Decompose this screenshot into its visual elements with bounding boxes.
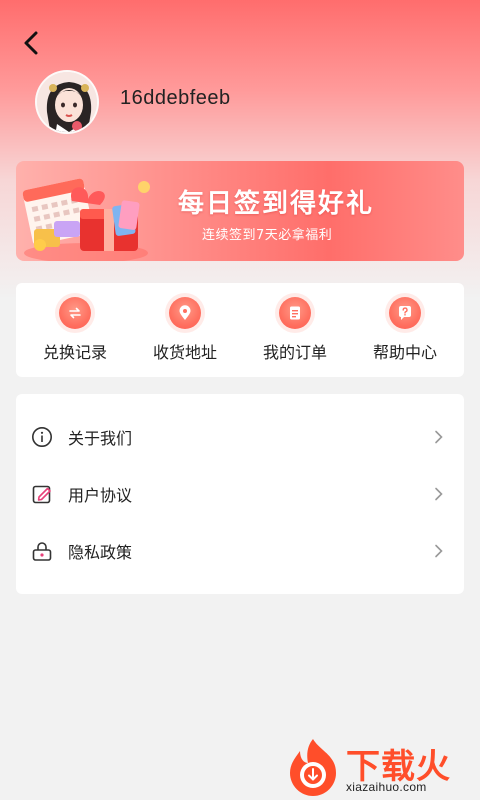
back-button[interactable] xyxy=(14,26,48,60)
banner-title: 每日签到得好礼 xyxy=(178,189,375,219)
document-icon xyxy=(279,297,311,329)
quick-item-shipping-address[interactable]: 收货地址 xyxy=(135,297,235,363)
location-pin-icon xyxy=(169,297,201,329)
menu-item-about-us[interactable]: 关于我们 xyxy=(16,408,464,465)
quick-item-help-center[interactable]: 帮助中心 xyxy=(355,297,455,363)
avatar[interactable] xyxy=(35,70,99,134)
watermark: 下载火 xiazaihuo.com xyxy=(282,735,478,799)
exchange-icon xyxy=(59,297,91,329)
checkin-banner[interactable]: 每日签到得好礼 连续签到7天必拿福利 xyxy=(16,161,464,261)
banner-subtitle: 连续签到7天必拿福利 xyxy=(202,228,333,243)
chevron-right-icon xyxy=(432,487,446,501)
quick-item-exchange-records[interactable]: 兑换记录 xyxy=(25,297,125,363)
edit-icon xyxy=(30,482,54,506)
menu-item-label: 用户协议 xyxy=(68,485,133,505)
quick-item-label: 帮助中心 xyxy=(372,343,437,362)
menu-item-user-agreement[interactable]: 用户协议 xyxy=(16,465,464,522)
chevron-right-icon xyxy=(432,430,446,444)
quick-item-label: 兑换记录 xyxy=(42,343,107,362)
menu-item-label: 隐私政策 xyxy=(68,542,133,562)
question-icon xyxy=(389,297,421,329)
flame-logo-icon xyxy=(290,739,336,796)
chevron-right-icon xyxy=(432,544,446,558)
menu-item-label: 关于我们 xyxy=(68,428,133,448)
lock-icon xyxy=(30,539,54,563)
quick-item-label: 我的订单 xyxy=(262,343,327,362)
chevron-left-icon xyxy=(24,31,38,55)
quick-item-my-orders[interactable]: 我的订单 xyxy=(245,297,345,363)
quick-item-label: 收货地址 xyxy=(152,343,217,362)
quick-actions-card: 兑换记录 收货地址 我的订单 帮助中心 xyxy=(16,283,464,377)
calendar-gift-illustration xyxy=(22,178,150,261)
info-icon xyxy=(30,425,54,449)
username: 16ddebfeeb xyxy=(120,87,231,109)
menu-item-privacy-policy[interactable]: 隐私政策 xyxy=(16,522,464,579)
watermark-url: xiazaihuo.com xyxy=(346,780,427,794)
settings-menu-card: 关于我们 用户协议 隐私政策 xyxy=(16,394,464,594)
